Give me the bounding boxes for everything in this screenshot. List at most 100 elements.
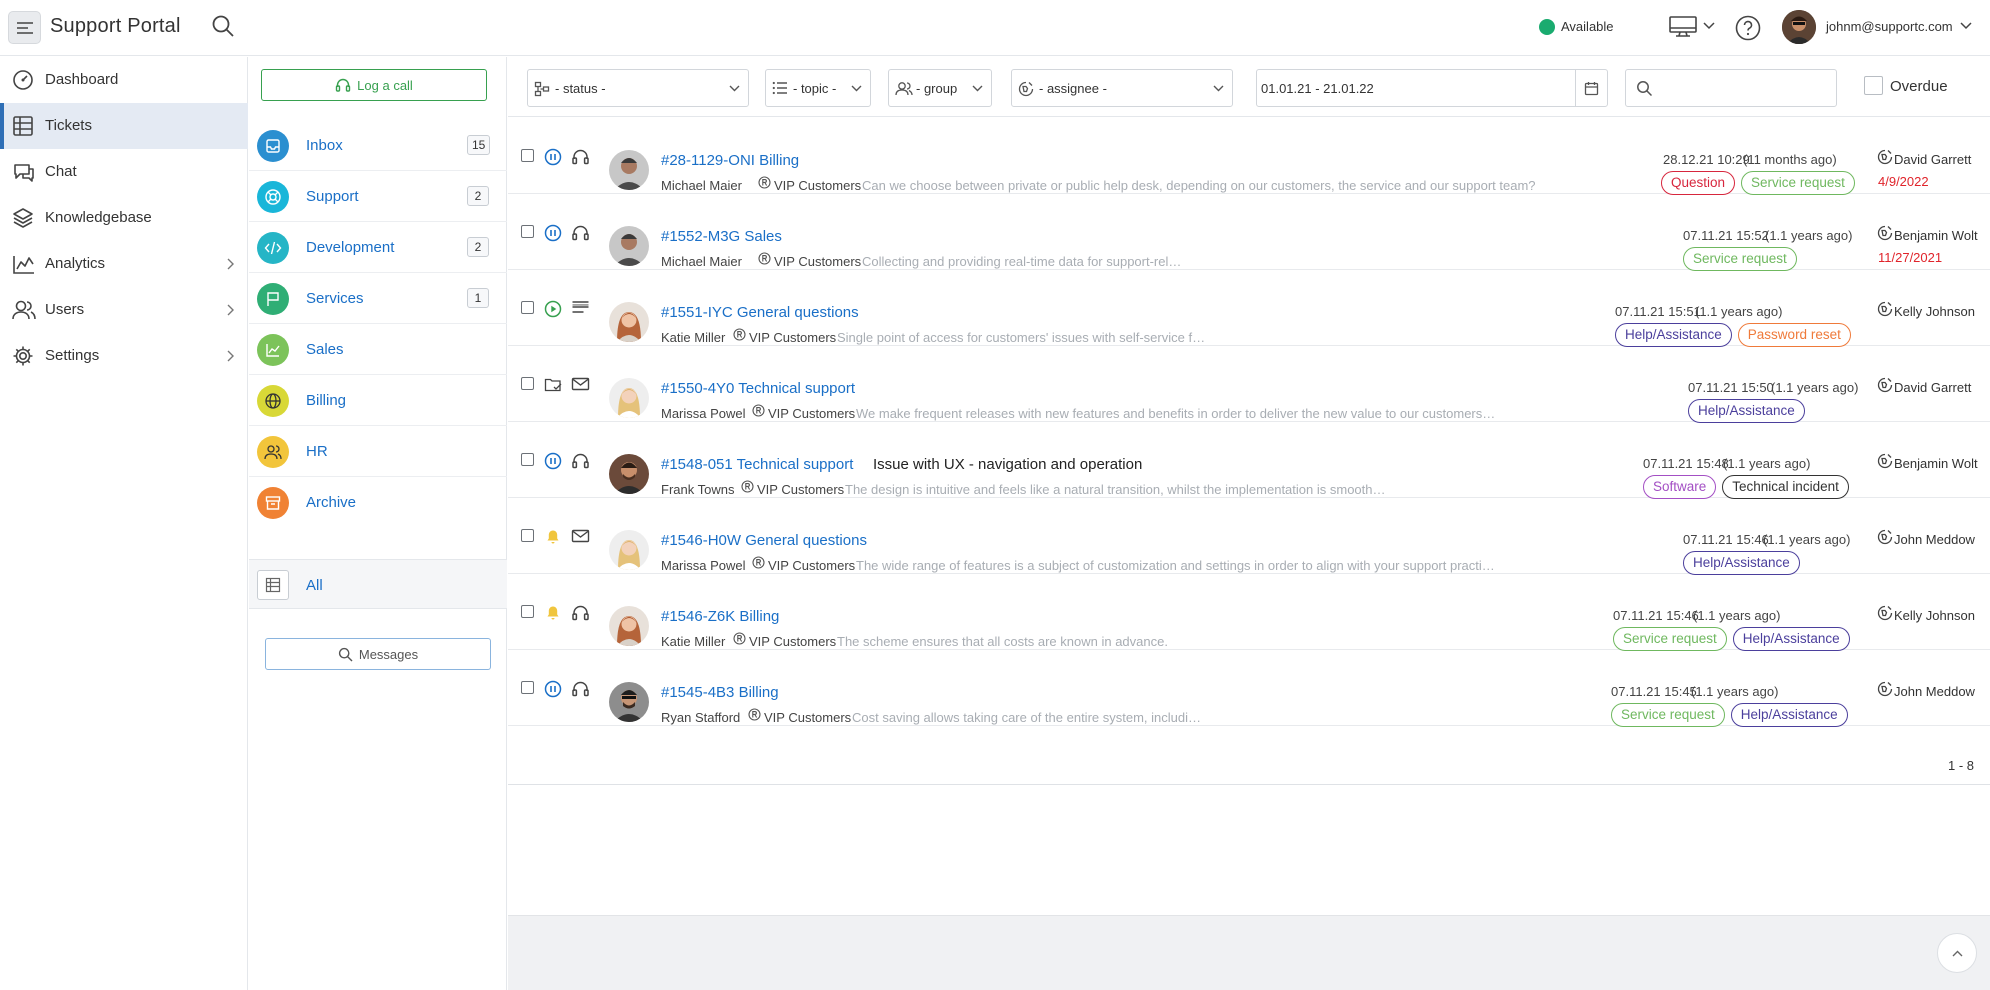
customer-name[interactable]: Michael Maier [661, 254, 742, 269]
tag-badge[interactable]: Help/Assistance [1732, 627, 1850, 651]
organization-name[interactable]: VIP Customers [774, 254, 861, 269]
organization-name[interactable]: VIP Customers [757, 482, 844, 497]
tag-badge[interactable]: Service request [1611, 703, 1725, 727]
chevron-down-icon[interactable] [1960, 22, 1972, 30]
ticket-checkbox[interactable] [521, 529, 534, 542]
pause-icon[interactable] [544, 452, 562, 470]
chevron-down-icon[interactable] [1703, 22, 1715, 30]
assignee-name[interactable]: John Meddow [1894, 532, 1975, 547]
pause-icon[interactable] [544, 680, 562, 698]
customer-name[interactable]: Michael Maier [661, 178, 742, 193]
folder-item-support[interactable]: Support 2 [249, 171, 507, 222]
table-row[interactable]: #1546-H0W General questions Marissa Powel… [508, 498, 1990, 575]
tag-badge[interactable]: Question [1661, 171, 1736, 195]
ticket-search-input[interactable] [1625, 69, 1837, 107]
scroll-to-top-button[interactable] [1937, 933, 1977, 973]
tag-badge[interactable]: Service request [1741, 171, 1855, 195]
tag-badge[interactable]: Technical incident [1722, 475, 1849, 499]
tag-badge[interactable]: Service request [1683, 247, 1797, 271]
sidebar-item-settings[interactable]: Settings [0, 333, 248, 379]
bell-icon[interactable] [544, 528, 562, 546]
menu-toggle-button[interactable] [8, 11, 41, 44]
folder-item-archive[interactable]: Archive [249, 477, 507, 528]
assignee-name[interactable]: Benjamin Wolt [1894, 456, 1978, 471]
sidebar-item-knowledgebase[interactable]: Knowledgebase [0, 195, 248, 241]
sidebar-item-dashboard[interactable]: Dashboard [0, 57, 248, 103]
tag-badge[interactable]: Password reset [1737, 323, 1851, 347]
calendar-icon[interactable] [1575, 70, 1607, 106]
organization-name[interactable]: VIP Customers [768, 406, 855, 421]
customer-name[interactable]: Marissa Powel [661, 406, 746, 421]
ticket-title-link[interactable]: #1552-M3G Sales [661, 228, 782, 245]
table-row[interactable]: #1550-4Y0 Technical support Marissa Powel… [508, 346, 1990, 423]
ticket-checkbox[interactable] [521, 605, 534, 618]
pause-icon[interactable] [544, 224, 562, 242]
folder-item-inbox[interactable]: Inbox 15 [249, 120, 507, 171]
assignee-name[interactable]: Benjamin Wolt [1894, 228, 1978, 243]
customer-name[interactable]: Ryan Stafford [661, 710, 740, 725]
ticket-title-link[interactable]: #1551-IYC General questions [661, 304, 859, 321]
topic-filter[interactable]: - topic - [765, 69, 871, 107]
ticket-checkbox[interactable] [521, 149, 534, 162]
tag-badge[interactable]: Help/Assistance [1683, 551, 1800, 575]
ticket-checkbox[interactable] [521, 301, 534, 314]
assignee-name[interactable]: Kelly Johnson [1894, 304, 1975, 319]
sidebar-item-chat[interactable]: Chat [0, 149, 248, 195]
table-row[interactable]: #1545-4B3 Billing Ryan Stafford VIP Custom… [508, 650, 1990, 727]
group-filter[interactable]: - group [888, 69, 992, 107]
date-range-filter[interactable]: 01.01.21 - 21.01.22 [1256, 69, 1608, 107]
ticket-title-link[interactable]: #1548-051 Technical support [661, 456, 853, 473]
customer-name[interactable]: Frank Towns [661, 482, 734, 497]
ticket-checkbox[interactable] [521, 377, 534, 390]
help-icon[interactable] [1734, 14, 1762, 42]
folder-check-icon[interactable] [544, 376, 564, 394]
table-row[interactable]: #1548-051 Technical support Issue with UX… [508, 422, 1990, 499]
folder-item-services[interactable]: Services 1 [249, 273, 507, 324]
search-icon[interactable] [210, 13, 236, 39]
sidebar-item-tickets[interactable]: Tickets [0, 103, 248, 149]
customer-name[interactable]: Marissa Powel [661, 558, 746, 573]
folder-item-sales[interactable]: Sales [249, 324, 507, 375]
messages-search-button[interactable]: Messages [265, 638, 491, 670]
tag-badge[interactable]: Help/Assistance [1730, 703, 1848, 727]
ticket-title-link[interactable]: #28-1129-ONI Billing [661, 152, 799, 169]
play-icon[interactable] [544, 300, 562, 318]
bell-icon[interactable] [544, 604, 562, 622]
tag-badge[interactable]: Help/Assistance [1688, 399, 1805, 423]
log-call-button[interactable]: Log a call [261, 69, 487, 101]
folder-item-all[interactable]: All [249, 559, 507, 609]
availability-status-dot[interactable] [1539, 19, 1555, 35]
organization-name[interactable]: VIP Customers [768, 558, 855, 573]
assignee-name[interactable]: John Meddow [1894, 684, 1975, 699]
user-email[interactable]: johnm@supportc.com [1826, 19, 1953, 34]
table-row[interactable]: #1552-M3G Sales Michael Maier VIP Customer… [508, 194, 1990, 271]
tag-badge[interactable]: Service request [1613, 627, 1727, 651]
folder-item-development[interactable]: Development 2 [249, 222, 507, 273]
organization-name[interactable]: VIP Customers [749, 330, 836, 345]
organization-name[interactable]: VIP Customers [749, 634, 836, 649]
organization-name[interactable]: VIP Customers [774, 178, 861, 193]
customer-name[interactable]: Katie Miller [661, 330, 725, 345]
assignee-name[interactable]: Kelly Johnson [1894, 608, 1975, 623]
sidebar-item-users[interactable]: Users [0, 287, 248, 333]
overdue-checkbox[interactable] [1864, 76, 1883, 95]
table-row[interactable]: #1546-Z6K Billing Katie Miller VIP Custome… [508, 574, 1990, 651]
table-row[interactable]: #1551-IYC General questions Katie Miller V… [508, 270, 1990, 347]
status-filter[interactable]: - status - [527, 69, 749, 107]
folder-item-hr[interactable]: HR [249, 426, 507, 477]
ticket-checkbox[interactable] [521, 453, 534, 466]
ticket-checkbox[interactable] [521, 225, 534, 238]
monitor-icon[interactable] [1668, 15, 1698, 39]
ticket-title-link[interactable]: #1546-Z6K Billing [661, 608, 779, 625]
sidebar-item-analytics[interactable]: Analytics [0, 241, 248, 287]
user-avatar[interactable] [1782, 10, 1816, 44]
availability-status-label[interactable]: Available [1561, 19, 1614, 34]
table-row[interactable]: #28-1129-ONI Billing Michael Maier VIP Cus… [508, 118, 1990, 195]
ticket-title-link[interactable]: #1550-4Y0 Technical support [661, 380, 855, 397]
tag-badge[interactable]: Help/Assistance [1615, 323, 1732, 347]
ticket-title-link[interactable]: #1545-4B3 Billing [661, 684, 779, 701]
ticket-title-link[interactable]: #1546-H0W General questions [661, 532, 867, 549]
tag-badge[interactable]: Software [1643, 475, 1717, 499]
assignee-filter[interactable]: - assignee - [1011, 69, 1233, 107]
pause-icon[interactable] [544, 148, 562, 166]
